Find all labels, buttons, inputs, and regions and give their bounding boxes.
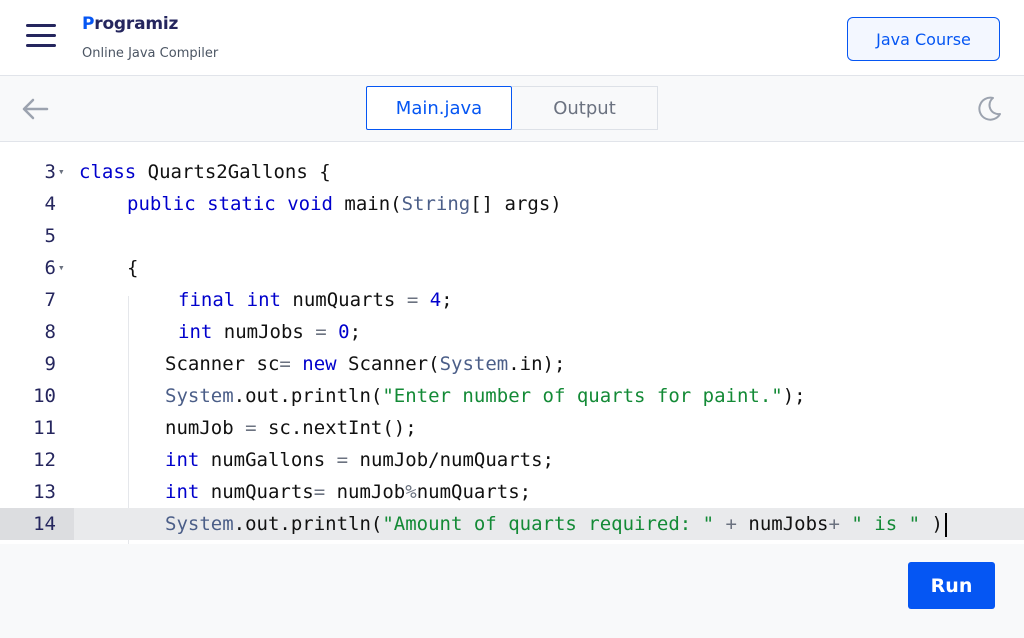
code-line: 3 ▾ class Quarts2Gallons { bbox=[0, 156, 1024, 188]
line-number: 2 bbox=[0, 142, 56, 152]
code-line: 7 final int numQuarts = 4; bbox=[0, 284, 1024, 316]
line-number: 12 bbox=[33, 449, 56, 471]
fold-arrow-icon[interactable]: ▾ bbox=[58, 252, 65, 284]
code-text: Scanner sc= new Scanner(System.in); bbox=[165, 353, 566, 375]
moon-icon[interactable] bbox=[974, 94, 1004, 124]
code-line: 9 Scanner sc= new Scanner(System.in); bbox=[0, 348, 1024, 380]
code-text: class Quarts2Gallons { bbox=[79, 161, 331, 183]
tab-main-java[interactable]: Main.java bbox=[366, 86, 512, 130]
line-number: 14 bbox=[33, 513, 56, 535]
line-number: 6 bbox=[44, 257, 56, 279]
text-cursor bbox=[944, 512, 947, 537]
line-number: 13 bbox=[33, 481, 56, 503]
programiz-logo[interactable]: Programiz bbox=[82, 14, 178, 34]
code-line: 5 bbox=[0, 220, 1024, 252]
line-number: 3 bbox=[44, 161, 56, 183]
line-number: 5 bbox=[44, 225, 56, 247]
line-number: 4 bbox=[44, 193, 56, 215]
code-text: int numJobs = 0; bbox=[178, 321, 362, 343]
code-line: 13 int numQuarts= numJob%numQuarts; bbox=[0, 476, 1024, 508]
code-line: 2 bbox=[0, 142, 1024, 152]
top-header: Programiz Online Java Compiler Java Cour… bbox=[0, 0, 1024, 76]
code-line: 11 numJob = sc.nextInt(); bbox=[0, 412, 1024, 444]
code-line: 8 int numJobs = 0; bbox=[0, 316, 1024, 348]
line-number: 10 bbox=[33, 385, 56, 407]
fold-arrow-icon[interactable]: ▾ bbox=[58, 156, 65, 188]
code-line: 10 System.out.println("Enter number of q… bbox=[0, 380, 1024, 412]
code-line-active: 14 System.out.println("Amount of quarts … bbox=[0, 508, 1024, 540]
code-editor[interactable]: 2 3 ▾ class Quarts2Gallons { 4 public st… bbox=[0, 142, 1024, 544]
line-number: 11 bbox=[33, 417, 56, 439]
code-text: System.out.println("Amount of quarts req… bbox=[165, 508, 947, 540]
line-number: 9 bbox=[44, 353, 56, 375]
editor-toolbar: Main.java Output bbox=[0, 76, 1024, 142]
back-arrow-icon[interactable] bbox=[20, 94, 50, 124]
code-text: numJob = sc.nextInt(); bbox=[165, 417, 417, 439]
code-text: System.out.println("Enter number of quar… bbox=[165, 385, 806, 407]
code-text: int numQuarts= numJob%numQuarts; bbox=[165, 481, 532, 503]
page-subtitle: Online Java Compiler bbox=[82, 46, 219, 61]
tab-output[interactable]: Output bbox=[512, 86, 658, 130]
code-line: 4 public static void main(String[] args) bbox=[0, 188, 1024, 220]
code-text: final int numQuarts = 4; bbox=[178, 289, 453, 311]
line-number: 8 bbox=[44, 321, 56, 343]
code-line: 12 int numGallons = numJob/numQuarts; bbox=[0, 444, 1024, 476]
run-button[interactable]: Run bbox=[908, 562, 995, 609]
code-text: { bbox=[127, 257, 139, 279]
line-number: 7 bbox=[44, 289, 56, 311]
code-text: int numGallons = numJob/numQuarts; bbox=[165, 449, 554, 471]
code-text: public static void main(String[] args) bbox=[127, 193, 562, 215]
bottom-bar: Run bbox=[0, 544, 1024, 638]
java-course-button[interactable]: Java Course bbox=[847, 17, 1000, 61]
code-line: 6 ▾ { bbox=[0, 252, 1024, 284]
hamburger-menu-icon[interactable] bbox=[26, 24, 56, 48]
